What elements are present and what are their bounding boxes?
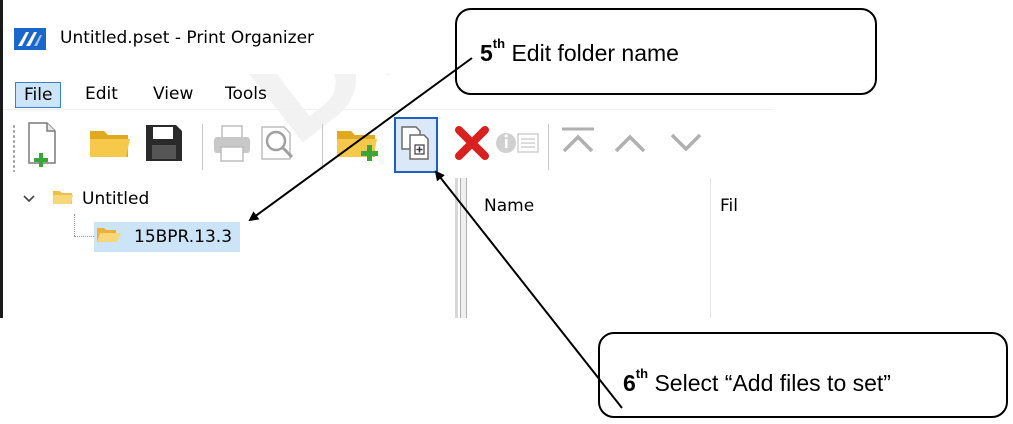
pane-splitter[interactable] bbox=[455, 178, 458, 318]
step-number: 6th bbox=[623, 366, 649, 396]
print-icon bbox=[212, 123, 252, 167]
menu-tools[interactable]: Tools bbox=[217, 82, 275, 108]
preview-icon bbox=[258, 123, 298, 167]
menu-edit[interactable]: Edit bbox=[77, 82, 126, 108]
delete-button[interactable] bbox=[450, 118, 494, 172]
tree-node-label[interactable]: 15BPR.13.3 bbox=[134, 227, 232, 247]
menu-divider bbox=[3, 109, 773, 110]
add-files-to-set-button[interactable] bbox=[394, 117, 438, 173]
save-button[interactable] bbox=[142, 118, 186, 172]
new-set-button[interactable] bbox=[22, 118, 66, 172]
move-up-icon bbox=[610, 125, 650, 165]
save-icon bbox=[144, 123, 184, 167]
new-set-icon bbox=[25, 119, 63, 171]
toolbar-separator bbox=[548, 124, 549, 170]
callout-step-5: 5th Edit folder name bbox=[455, 8, 877, 95]
move-top-icon bbox=[558, 125, 598, 165]
step-number: 5th bbox=[480, 36, 506, 66]
move-down-button[interactable] bbox=[664, 118, 708, 172]
window-title: Untitled.pset - Print Organizer bbox=[60, 28, 315, 48]
pane-splitter[interactable] bbox=[460, 178, 467, 318]
toolbar-grip[interactable] bbox=[12, 124, 16, 172]
open-folder-icon bbox=[96, 226, 126, 249]
move-up-button[interactable] bbox=[608, 118, 652, 172]
open-button[interactable] bbox=[88, 118, 132, 172]
add-folder-icon bbox=[335, 123, 381, 167]
add-folder-button[interactable] bbox=[336, 118, 380, 172]
step-instruction: Edit folder name bbox=[511, 40, 679, 66]
tree-connector bbox=[74, 236, 94, 238]
tree-node-label: Untitled bbox=[82, 189, 150, 209]
open-folder-icon bbox=[88, 125, 132, 165]
tree-node-15bpr[interactable]: 15BPR.13.3 bbox=[94, 222, 241, 252]
step-instruction: Select “Add files to set” bbox=[654, 370, 891, 396]
print-organizer-app-icon bbox=[14, 28, 46, 50]
toolbar-separator bbox=[322, 124, 323, 170]
column-header-name[interactable]: Name bbox=[484, 196, 534, 216]
menu-view[interactable]: View bbox=[145, 82, 201, 108]
toolbar-separator bbox=[202, 124, 203, 170]
move-down-icon bbox=[666, 125, 706, 165]
preview-button[interactable] bbox=[256, 118, 300, 172]
delete-icon bbox=[454, 125, 490, 165]
print-button[interactable] bbox=[210, 118, 254, 172]
tree-node-root[interactable]: Untitled bbox=[22, 185, 149, 213]
properties-icon bbox=[494, 126, 542, 164]
tree-connector bbox=[74, 214, 76, 236]
properties-button[interactable] bbox=[496, 118, 540, 172]
folder-icon bbox=[52, 189, 78, 210]
callout-step-5-text: 5th Edit folder name bbox=[480, 36, 679, 67]
callout-step-6: 6th Select “Add files to set” bbox=[598, 332, 1008, 418]
chevron-down-icon[interactable] bbox=[22, 189, 40, 209]
add-files-to-set-icon bbox=[398, 123, 434, 167]
column-header-file[interactable]: Fil bbox=[720, 196, 738, 216]
move-top-button[interactable] bbox=[556, 118, 600, 172]
callout-step-6-text: 6th Select “Add files to set” bbox=[623, 366, 891, 397]
menu-file[interactable]: File bbox=[15, 82, 62, 108]
column-divider[interactable] bbox=[710, 178, 711, 318]
